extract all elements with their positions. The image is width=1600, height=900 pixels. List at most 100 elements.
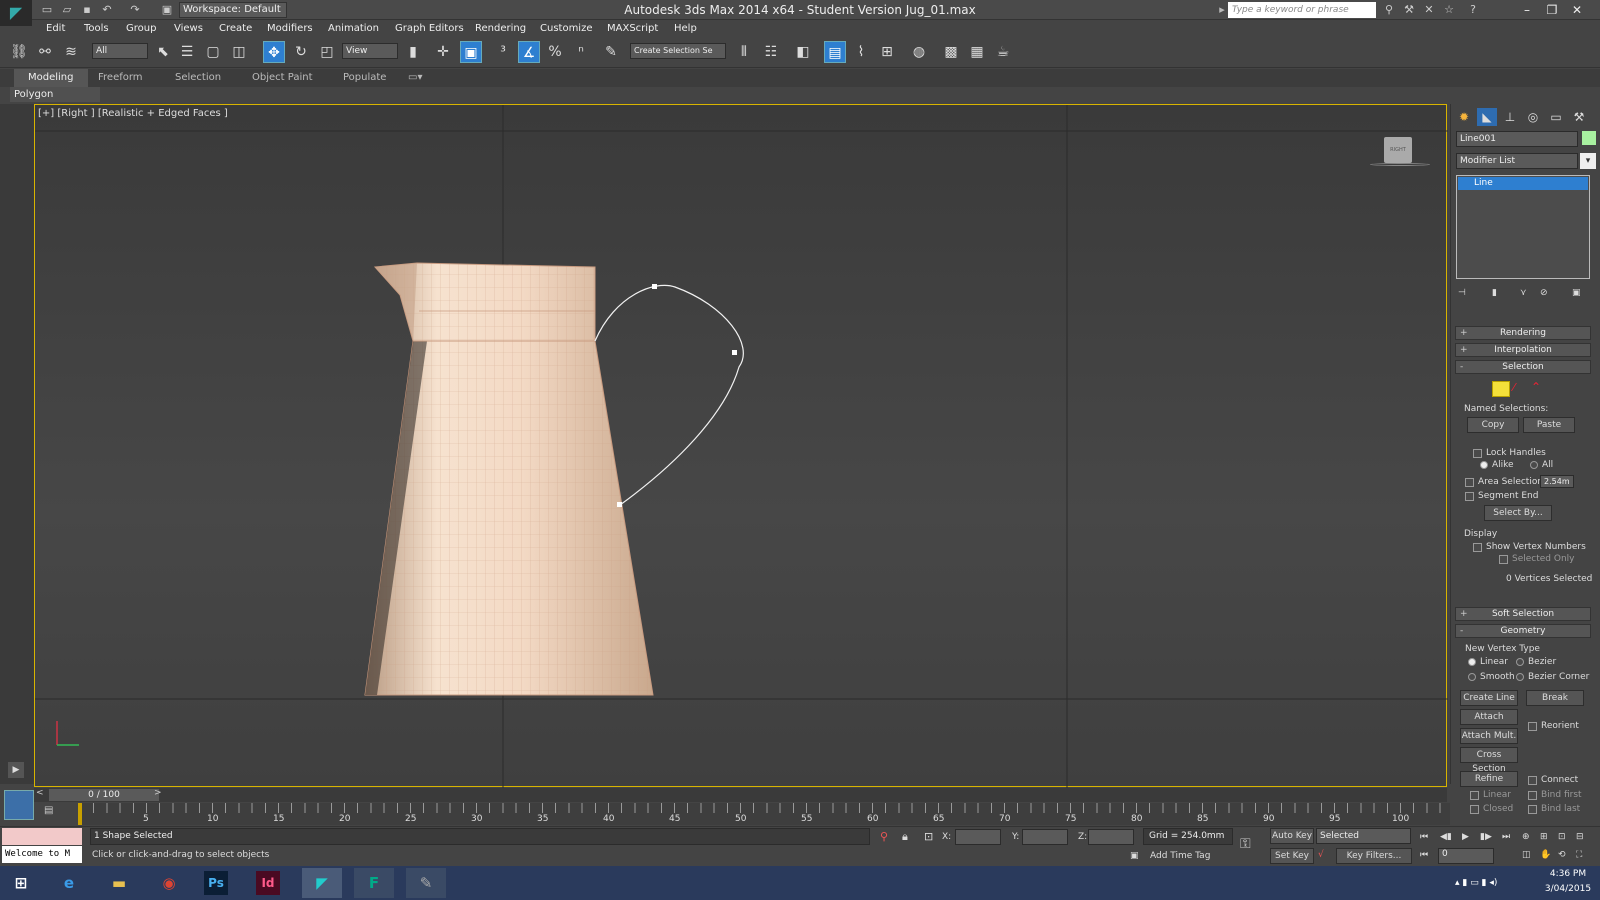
menu-modifiers[interactable]: Modifiers xyxy=(267,20,313,38)
next-frame-arrow[interactable]: > xyxy=(154,788,162,798)
schematic-view-icon[interactable]: ⊞ xyxy=(876,41,898,63)
rendered-frame-icon[interactable]: ▦ xyxy=(966,41,988,63)
area-selection-checkbox[interactable] xyxy=(1465,478,1474,487)
save-icon[interactable]: ▪ xyxy=(80,3,94,17)
segment-end-checkbox[interactable] xyxy=(1465,492,1474,501)
menu-create[interactable]: Create xyxy=(219,20,252,38)
all-radio[interactable] xyxy=(1530,461,1538,469)
closed-checkbox[interactable] xyxy=(1470,805,1479,814)
auto-key-button[interactable]: Auto Key xyxy=(1270,828,1314,844)
time-tag-icon[interactable]: ▣ xyxy=(1130,851,1139,861)
link-icon[interactable]: ⛓ xyxy=(8,41,30,63)
time-slider-bar[interactable] xyxy=(34,788,1447,802)
zoom-extents-icon[interactable]: ⊡ xyxy=(1558,832,1566,842)
spline-mode-icon[interactable]: ⌃ xyxy=(1531,380,1541,394)
3dsmax-taskbar-icon[interactable]: ◤ xyxy=(302,868,342,898)
bind-last-checkbox[interactable] xyxy=(1528,805,1537,814)
named-selection-dropdown[interactable]: Create Selection Se xyxy=(630,43,726,59)
make-unique-icon[interactable]: ⋎ xyxy=(1520,288,1527,298)
z-coordinate-field[interactable] xyxy=(1088,829,1134,845)
maximize-viewport-icon[interactable]: ⛶ xyxy=(1576,850,1582,860)
scale-icon[interactable]: ◰ xyxy=(316,41,338,63)
menu-help[interactable]: Help xyxy=(674,20,697,38)
copy-button[interactable]: Copy xyxy=(1467,417,1519,433)
key-mode-dropdown[interactable]: Selected xyxy=(1316,828,1411,844)
chevron-right-icon[interactable]: ▸ xyxy=(1215,3,1229,17)
current-frame-field[interactable]: 0 xyxy=(1438,848,1494,864)
rectangular-selection-icon[interactable]: ▢ xyxy=(202,41,224,63)
absolute-mode-icon[interactable]: ⊡ xyxy=(924,830,933,843)
rollout-interpolation[interactable]: + Interpolation xyxy=(1455,343,1591,357)
menu-edit[interactable]: Edit xyxy=(46,20,65,38)
attach-mult-button[interactable]: Attach Mult. xyxy=(1460,728,1518,744)
go-to-start-icon[interactable]: ⏮ xyxy=(1420,832,1428,842)
menu-customize[interactable]: Customize xyxy=(540,20,593,38)
redo-icon[interactable]: ↷ xyxy=(128,3,142,17)
select-by-name-icon[interactable]: ☰ xyxy=(176,41,198,63)
layer-manager-icon[interactable]: ◧ xyxy=(792,41,814,63)
material-editor-icon[interactable]: ◍ xyxy=(908,41,930,63)
tray-icons[interactable]: ▴ ▮ ▭ ▮ ◂) xyxy=(1455,878,1497,888)
chrome-icon[interactable]: ◉ xyxy=(152,868,186,898)
bind-spacewarp-icon[interactable]: ≋ xyxy=(60,41,82,63)
binoculars-icon[interactable]: ⚲ xyxy=(1382,3,1396,17)
cross-section-button[interactable]: Cross Section xyxy=(1460,747,1518,774)
window-crossing-icon[interactable]: ◫ xyxy=(228,41,250,63)
ribbon-options-icon[interactable]: ▭▾ xyxy=(408,69,422,87)
menu-maxscript[interactable]: MAXScript xyxy=(607,20,658,38)
modifier-list-dropdown[interactable]: Modifier List xyxy=(1456,153,1578,169)
paste-button[interactable]: Paste xyxy=(1523,417,1575,433)
tab-modeling[interactable]: Modeling xyxy=(14,69,88,87)
bind-first-checkbox[interactable] xyxy=(1528,791,1537,800)
key-curve-icon[interactable]: √ xyxy=(1318,850,1324,860)
viewcube[interactable]: RIGHT xyxy=(1384,137,1412,163)
workspace-dropdown[interactable]: Workspace: Default xyxy=(179,2,287,18)
linear-checkbox[interactable] xyxy=(1470,791,1479,800)
refine-button[interactable]: Refine xyxy=(1460,771,1518,787)
render-setup-icon[interactable]: ▩ xyxy=(940,41,962,63)
rollout-rendering[interactable]: + Rendering xyxy=(1455,326,1591,340)
maxscript-listener-top[interactable] xyxy=(2,828,82,845)
app-logo-icon[interactable]: ◤ xyxy=(0,0,32,26)
zoom-all-icon[interactable]: ⊞ xyxy=(1540,832,1548,842)
motion-panel-icon[interactable]: ◎ xyxy=(1523,108,1543,126)
search-input[interactable]: Type a keyword or phrase xyxy=(1228,2,1376,18)
select-object-icon[interactable]: ⬉ xyxy=(152,41,174,63)
selection-filter-dropdown[interactable]: All xyxy=(92,43,148,59)
rollout-selection[interactable]: - Selection xyxy=(1455,360,1591,374)
chevron-down-icon[interactable]: ▾ xyxy=(1580,153,1596,169)
modifier-stack[interactable] xyxy=(1456,175,1590,279)
rotate-icon[interactable]: ↻ xyxy=(290,41,312,63)
menu-rendering[interactable]: Rendering xyxy=(475,20,526,38)
isolate-selection-icon[interactable]: ⚲ xyxy=(880,830,888,843)
tab-object-paint[interactable]: Object Paint xyxy=(252,69,313,87)
area-selection-spinner[interactable]: 2.54m xyxy=(1540,475,1574,488)
subscription-icon[interactable]: ⚒ xyxy=(1402,3,1416,17)
menu-graph-editors[interactable]: Graph Editors xyxy=(395,20,464,38)
play-icon[interactable]: ▶ xyxy=(8,762,24,778)
curve-editor-icon[interactable]: ⌇ xyxy=(850,41,872,63)
key-mode-toggle-icon[interactable]: ⏮ xyxy=(1420,850,1428,860)
field-of-view-icon[interactable]: ◫ xyxy=(1522,850,1531,860)
track-bar[interactable] xyxy=(78,803,1450,825)
paint-icon[interactable]: ✎ xyxy=(406,868,446,898)
create-panel-icon[interactable]: ✹ xyxy=(1454,108,1474,126)
file-explorer-icon[interactable]: ▬ xyxy=(102,868,136,898)
project-folder-icon[interactable]: ▣ xyxy=(160,3,174,17)
polygon-modeling-panel[interactable]: Polygon Modeling xyxy=(10,87,100,115)
tab-freeform[interactable]: Freeform xyxy=(98,69,143,87)
maximize-button[interactable]: ❐ xyxy=(1540,0,1564,20)
zoom-icon[interactable]: ⊕ xyxy=(1522,832,1530,842)
graphite-toolbar-icon[interactable]: ▤ xyxy=(824,41,846,63)
new-file-icon[interactable]: ▭ xyxy=(40,3,54,17)
selected-only-checkbox[interactable] xyxy=(1499,555,1508,564)
pin-stack-icon[interactable]: ⊣ xyxy=(1458,288,1466,298)
indesign-icon[interactable]: Id xyxy=(256,871,280,895)
edit-named-selection-icon[interactable]: ✎ xyxy=(600,41,622,63)
go-to-end-icon[interactable]: ⏭ xyxy=(1502,832,1510,842)
reorient-checkbox[interactable] xyxy=(1528,722,1537,731)
time-slider[interactable]: 0 / 100 xyxy=(49,789,159,801)
keyboard-shortcut-icon[interactable]: ▣ xyxy=(460,41,482,63)
app-f-icon[interactable]: F xyxy=(354,868,394,898)
create-line-button[interactable]: Create Line xyxy=(1460,690,1518,706)
